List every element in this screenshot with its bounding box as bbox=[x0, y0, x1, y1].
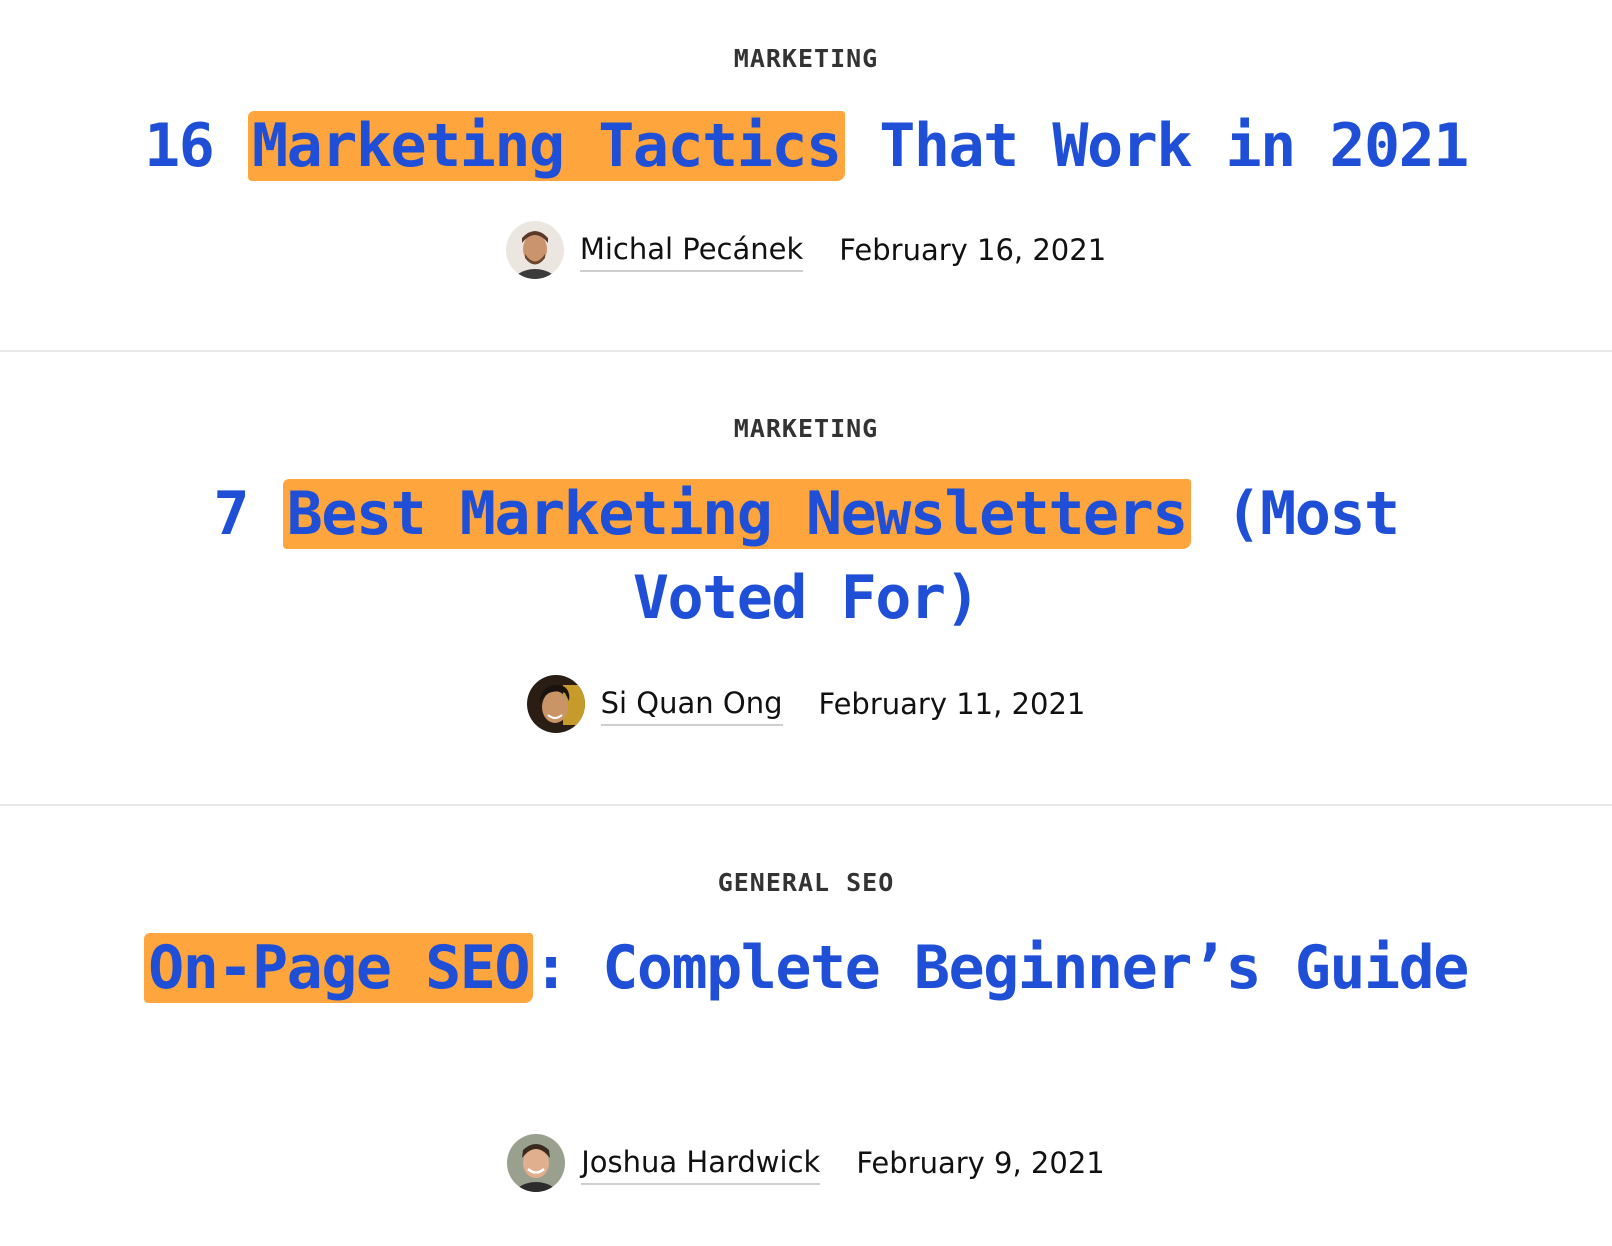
post-1-category[interactable]: MARKETING bbox=[0, 44, 1612, 73]
post-1-title[interactable]: 16 Marketing Tactics That Work in 2021 bbox=[130, 104, 1482, 188]
post-2-category[interactable]: MARKETING bbox=[0, 414, 1612, 443]
post-3-category[interactable]: GENERAL SEO bbox=[0, 868, 1612, 897]
avatar-icon[interactable] bbox=[526, 675, 585, 733]
post-3-meta: Joshua Hardwick February 9, 2021 bbox=[0, 1132, 1612, 1194]
post-3-title-highlight: On-Page SEO bbox=[144, 933, 534, 1003]
post-1-title-suffix: That Work in 2021 bbox=[844, 111, 1469, 181]
post-1-meta: Michal Pecánek February 16, 2021 bbox=[0, 219, 1612, 281]
divider bbox=[0, 350, 1612, 352]
post-3-title[interactable]: On-Page SEO: Complete Beginner’s Guide bbox=[130, 926, 1482, 1010]
post-1-title-highlight: Marketing Tactics bbox=[248, 111, 845, 181]
post-3-author-link[interactable]: Joshua Hardwick bbox=[581, 1145, 821, 1185]
divider bbox=[0, 804, 1612, 806]
post-3-date: February 9, 2021 bbox=[856, 1146, 1105, 1180]
post-2-title[interactable]: 7 Best Marketing Newsletters (Most Voted… bbox=[130, 472, 1482, 640]
post-1-title-prefix: 16 bbox=[144, 111, 249, 181]
post-1-date: February 16, 2021 bbox=[839, 233, 1107, 267]
post-2-author-link[interactable]: Si Quan Ong bbox=[600, 686, 783, 726]
avatar-icon[interactable] bbox=[505, 221, 564, 279]
avatar-icon[interactable] bbox=[507, 1134, 566, 1192]
post-2-meta: Si Quan Ong February 11, 2021 bbox=[0, 673, 1612, 735]
post-1-author-link[interactable]: Michal Pecánek bbox=[579, 232, 804, 272]
post-3-title-suffix: : Complete Beginner’s Guide bbox=[533, 933, 1469, 1003]
post-2-date: February 11, 2021 bbox=[818, 687, 1086, 721]
post-2-title-highlight: Best Marketing Newsletters bbox=[282, 479, 1191, 549]
post-2-title-prefix: 7 bbox=[213, 479, 283, 549]
